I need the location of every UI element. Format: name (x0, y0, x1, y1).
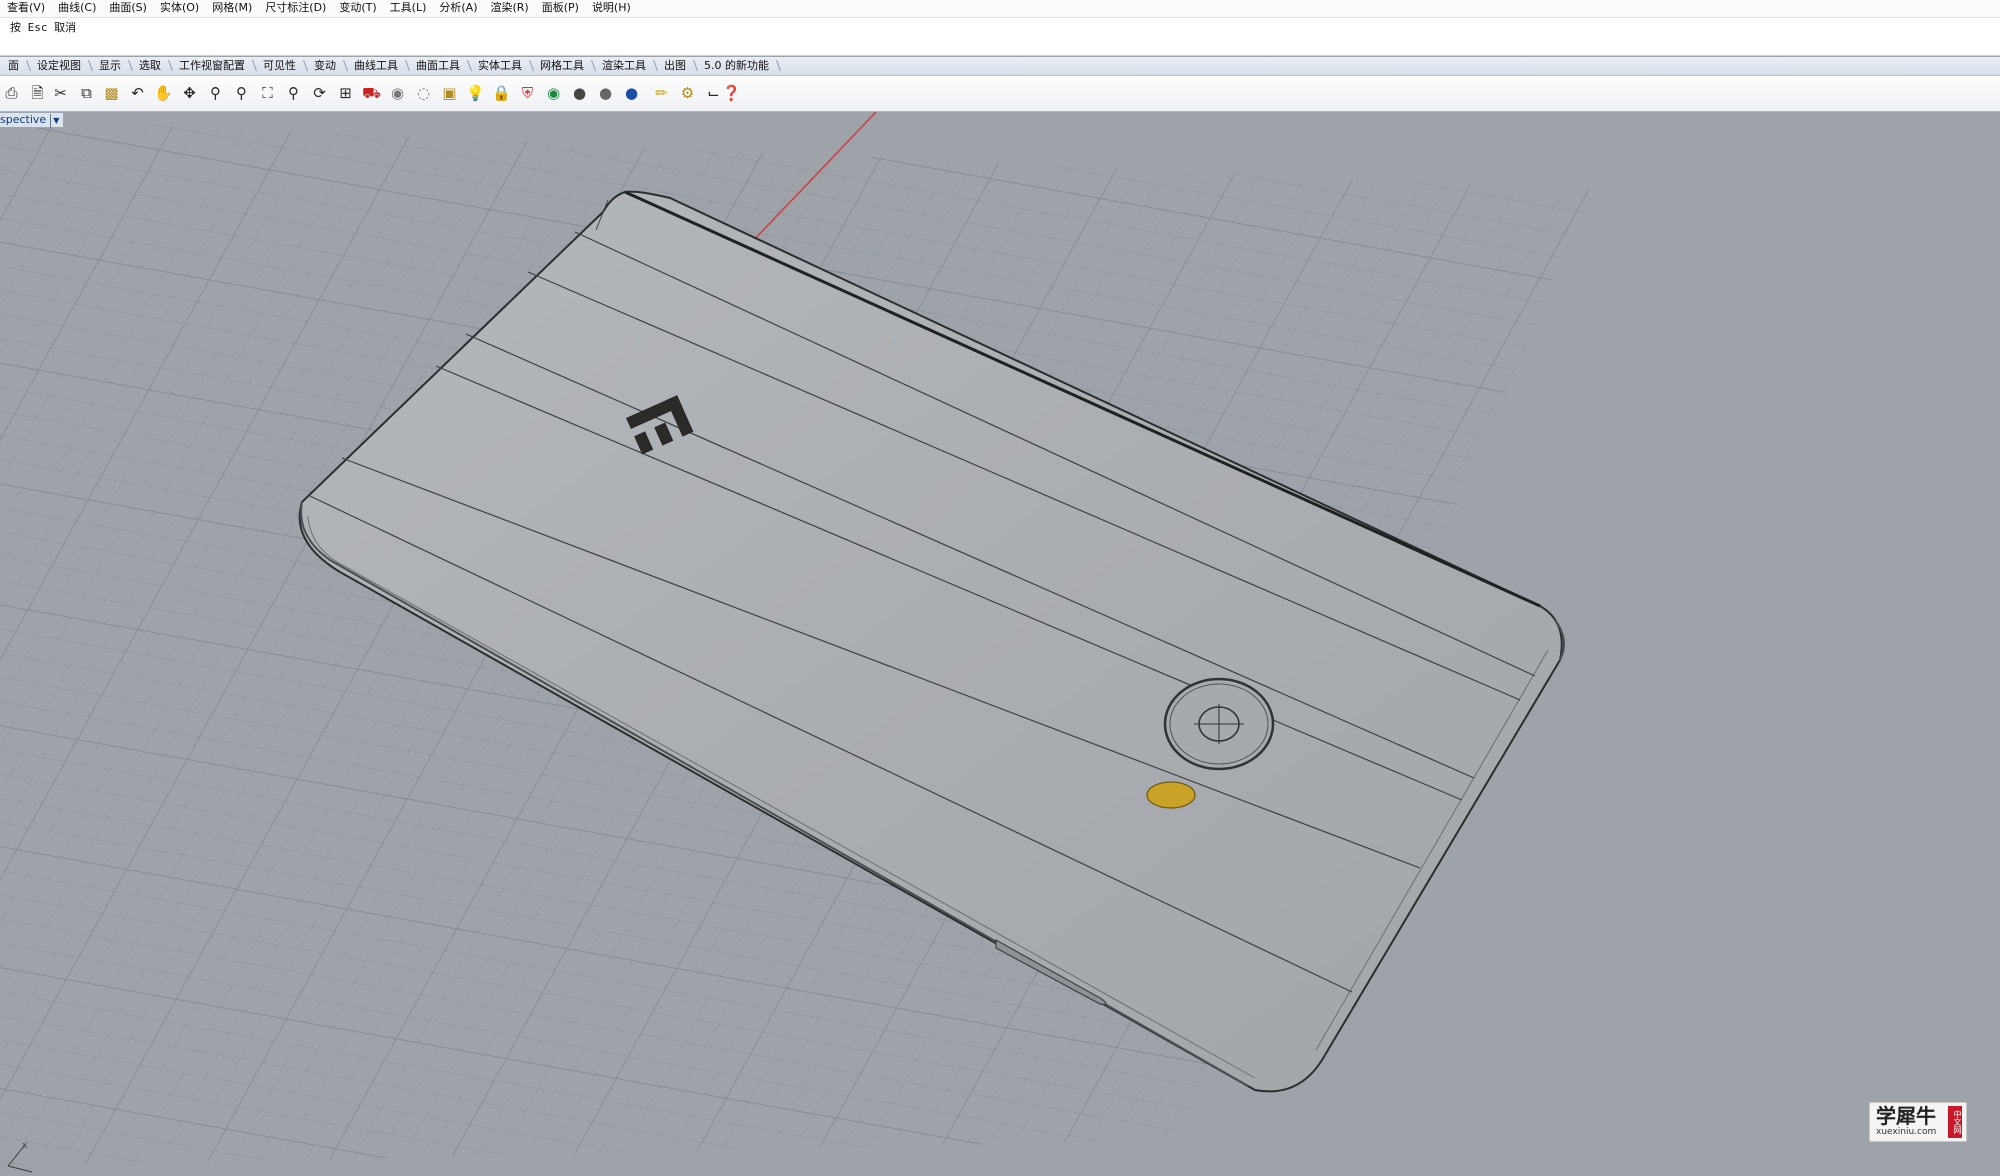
tab-drafting[interactable]: 出图 (656, 57, 696, 75)
printer-icon[interactable]: ⎙ (1, 83, 22, 104)
car-icon[interactable]: ⛟ (361, 83, 382, 104)
layer-icon[interactable]: ▣ (439, 83, 460, 104)
render-sphere-icon[interactable]: ● (569, 83, 590, 104)
light-bulb-icon[interactable]: 💡 (465, 83, 486, 104)
gears-icon[interactable]: ⚙ (677, 83, 698, 104)
menu-item-mesh[interactable]: 网格(M) (205, 0, 258, 16)
move-icon[interactable]: ✥ (179, 83, 200, 104)
tab-set-view[interactable]: 设定视图 (29, 57, 91, 75)
rotate-view-icon[interactable]: ⟳ (309, 83, 330, 104)
menu-item-solid[interactable]: 实体(O) (153, 0, 205, 16)
menu-item-panels[interactable]: 面板(P) (535, 0, 585, 16)
fingerprint-sensor (1146, 781, 1196, 809)
toolbar-tab-bar: 面设定视图 显示 选取 工作视窗配置 可见性 变动 曲线工具 曲面工具 实体工具 网格工具 渲染工具… (0, 57, 2000, 76)
shield-icon[interactable]: ⛨ (517, 83, 538, 104)
menu-item-tools[interactable]: 工具(L) (383, 0, 433, 16)
menu-item-analyze[interactable]: 分析(A) (432, 0, 483, 16)
perspective-viewport[interactable]: x spective ▼ (0, 112, 2000, 1176)
viewport-menu-caret-icon[interactable]: ▼ (50, 114, 59, 128)
tab-surface-tools[interactable]: 曲面工具 (408, 57, 470, 75)
paste-icon[interactable]: ▩ (101, 83, 122, 104)
tab-curve-tools[interactable]: 曲线工具 (346, 57, 408, 75)
tab-display[interactable]: 显示 (91, 57, 131, 75)
watermark-text: 学犀牛 (1876, 1104, 1936, 1128)
tab-new-in-v5[interactable]: 5.0 的新功能 (696, 57, 779, 75)
tab-viewport-layout[interactable]: 工作视窗配置 (171, 57, 255, 75)
menu-bar: 查看(V) 曲线(C) 曲面(S) 实体(O) 网格(M) 尺寸标注(D) 变动(T) 工具(… (0, 0, 2000, 18)
menu-item-view[interactable]: 查看(V) (0, 0, 51, 16)
help-icon[interactable]: ❓ (721, 83, 742, 104)
lock-icon[interactable]: 🔒 (491, 83, 512, 104)
undo-icon[interactable]: ↶ (127, 83, 148, 104)
viewport-title-tab[interactable]: spective ▼ (0, 112, 65, 128)
new-file-icon[interactable]: 🗎 (27, 83, 48, 104)
show-icon[interactable]: ◌ (413, 83, 434, 104)
command-prompt: 按 Esc 取消 (0, 18, 2000, 38)
pencil-icon[interactable]: ✏ (651, 83, 672, 104)
main-toolbar: ⎙ 🗎 ✂ ⧉ ▩ ↶ ✋ ✥ ⚲ ⚲ ⛶ ⚲ ⟳ ⊞ ⛟ ◉ ◌ ▣ 💡 🔒 … (0, 76, 2000, 112)
tab-select[interactable]: 选取 (131, 57, 171, 75)
camera-module (1163, 677, 1275, 771)
menu-item-curve[interactable]: 曲线(C) (51, 0, 102, 16)
viewport-scene: x (0, 112, 1595, 1173)
material-sphere-icon[interactable]: ● (595, 83, 616, 104)
tab-solid-tools[interactable]: 实体工具 (470, 57, 532, 75)
menu-item-surface[interactable]: 曲面(S) (102, 0, 153, 16)
menu-item-dimension[interactable]: 尺寸标注(D) (258, 0, 332, 16)
pan-hand-icon[interactable]: ✋ (153, 83, 174, 104)
zoom-extents-icon[interactable]: ⛶ (257, 83, 278, 104)
tab-visibility[interactable]: 可见性 (255, 57, 306, 75)
zoom-icon[interactable]: ⚲ (205, 83, 226, 104)
color-wheel-icon[interactable]: ◉ (543, 83, 564, 104)
copy-icon[interactable]: ⧉ (76, 83, 97, 104)
environment-sphere-icon[interactable]: ● (621, 83, 642, 104)
menu-item-help[interactable]: 说明(H) (585, 0, 637, 16)
tab-transform[interactable]: 变动 (306, 57, 346, 75)
tab-mesh-tools[interactable]: 网格工具 (532, 57, 594, 75)
tab-surface[interactable]: 面 (0, 57, 29, 75)
watermark-domain: xuexiniu.com (1876, 1127, 1937, 1137)
zoom-selected-icon[interactable]: ⚲ (283, 83, 304, 104)
svg-text:x: x (22, 1141, 28, 1151)
menu-item-render[interactable]: 渲染(R) (483, 0, 534, 16)
four-viewports-icon[interactable]: ⊞ (335, 83, 356, 104)
watermark-logo: 学犀牛 xuexiniu.com 中文网 (1869, 1102, 1967, 1142)
zoom-window-icon[interactable]: ⚲ (231, 83, 252, 104)
menu-item-transform[interactable]: 变动(T) (332, 0, 382, 16)
command-input[interactable] (0, 38, 2000, 56)
tab-render-tools[interactable]: 渲染工具 (594, 57, 656, 75)
hide-icon[interactable]: ◉ (387, 83, 408, 104)
viewport-title: spective (0, 113, 47, 126)
cut-icon[interactable]: ✂ (50, 83, 71, 104)
watermark-badge: 中文网 (1948, 1106, 1962, 1138)
